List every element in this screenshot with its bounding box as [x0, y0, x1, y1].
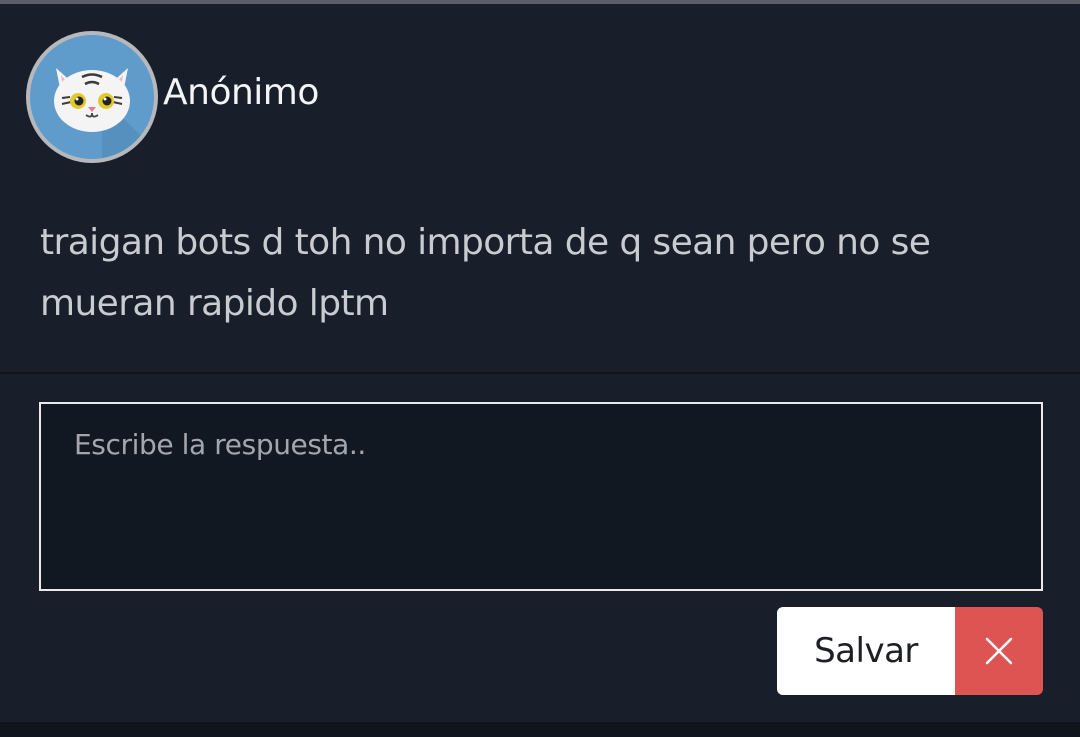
- section-divider: [0, 372, 1080, 374]
- close-icon: [985, 637, 1013, 665]
- post-text: traigan bots d toh no importa de q sean …: [40, 222, 931, 324]
- reply-input[interactable]: [39, 402, 1043, 591]
- reply-actions: Salvar: [777, 607, 1043, 695]
- cat-avatar-icon: [30, 35, 154, 159]
- author-avatar[interactable]: [26, 31, 158, 163]
- bottom-divider: [0, 722, 1080, 737]
- close-button[interactable]: [955, 607, 1043, 695]
- save-button[interactable]: Salvar: [777, 607, 955, 695]
- top-divider: [0, 0, 1080, 4]
- author-name[interactable]: Anónimo: [163, 68, 319, 118]
- answer-card: Anónimo traigan bots d toh no importa de…: [0, 0, 1080, 737]
